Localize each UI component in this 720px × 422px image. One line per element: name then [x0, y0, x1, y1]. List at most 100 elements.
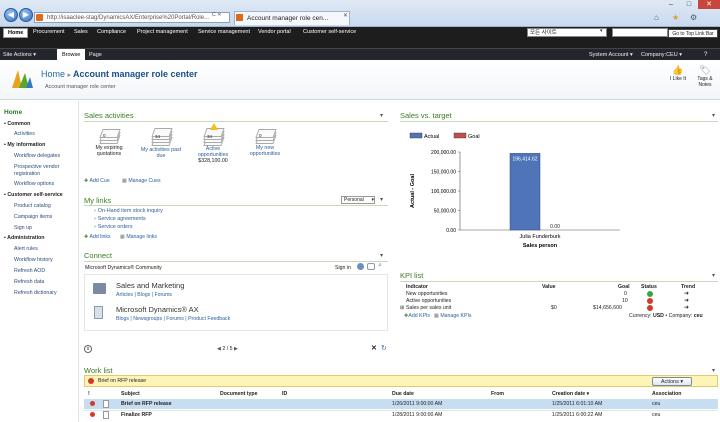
section-administration[interactable]: ▪ Administration — [4, 235, 45, 241]
actions-button[interactable]: Actions ▾ — [652, 377, 692, 386]
row-subject[interactable]: Brief on RFP release — [121, 401, 172, 407]
back-icon[interactable]: ◀ — [4, 8, 18, 22]
legend-label-goal: Goal — [468, 134, 480, 140]
page-description: Account manager role center — [45, 84, 116, 90]
cue-new-opportunities[interactable]: 0 My new opportunities — [243, 128, 287, 157]
nav-prospective-vendor-registration[interactable]: Prospective vendor registration — [14, 164, 76, 178]
nav-workflow-delegates[interactable]: Workflow delegates — [14, 153, 60, 159]
add-links-button[interactable]: ✚ Add links — [84, 234, 111, 240]
next-icon[interactable]: ▶ — [233, 346, 238, 352]
webpart-menu-icon[interactable]: ▾ — [380, 196, 383, 203]
col-subject[interactable]: Subject — [121, 391, 140, 397]
maximize-icon[interactable]: □ — [680, 0, 698, 9]
col-document-type[interactable]: Document type — [220, 391, 257, 397]
personal-select[interactable]: Personal ▾ — [341, 196, 375, 204]
chat-icon[interactable] — [367, 263, 375, 270]
section-customer-self-service[interactable]: ▪ Customer self-service — [4, 192, 63, 198]
section-my-information[interactable]: ▪ My information — [4, 142, 45, 148]
connect-item-links[interactable]: Blogs | Newsgroups | Forums | Product Fe… — [116, 316, 230, 322]
close-icon[interactable]: ✕ — [371, 344, 377, 352]
cue-active-opportunities[interactable]: 34 Active opportunities $328,100.00 — [190, 123, 236, 164]
nav-workflow-options[interactable]: Workflow options — [14, 181, 54, 187]
webpart-menu-icon[interactable]: ▾ — [380, 112, 383, 119]
topnav-vendor-portal[interactable]: Vendor portal — [258, 27, 291, 38]
connect-item-links[interactable]: Articles | Blogs | Forums — [116, 292, 172, 298]
link-service-orders[interactable]: › Service orders — [94, 224, 133, 230]
bar-actual — [509, 153, 541, 231]
forward-icon[interactable]: ▶ — [19, 8, 33, 22]
row-subject[interactable]: Finalize RFP — [121, 412, 152, 418]
cue-activities-past-due[interactable]: 34 My activities past due — [137, 126, 185, 159]
connect-item-title[interactable]: Sales and Marketing — [116, 281, 184, 290]
tools-gear-icon[interactable]: ⚙ — [690, 13, 697, 22]
nav-product-catalog[interactable]: Product catalog — [14, 203, 51, 209]
nav-refresh-dictionary[interactable]: Refresh dictionary — [14, 290, 57, 296]
topnav-home[interactable]: Home — [3, 28, 29, 38]
sign-in-link[interactable]: Sign in — [335, 265, 351, 271]
browser-tab[interactable]: Account manager role cen... — [234, 11, 350, 25]
refresh-icon[interactable]: C ✕ — [212, 12, 222, 18]
nav-campaign-items[interactable]: Campaign items — [14, 214, 52, 220]
nav-refresh-aod[interactable]: Refresh AOD — [14, 268, 45, 274]
refresh-icon[interactable]: ↻ — [381, 344, 387, 352]
webpart-menu-icon[interactable]: ▾ — [712, 367, 715, 374]
add-kpis-button[interactable]: ✚Add KPIs — [404, 313, 430, 319]
nav-alert-rules[interactable]: Alert rules — [14, 246, 38, 252]
address-bar[interactable]: http://isaaclee-stag/DynamicsAX/Enterpri… — [34, 12, 230, 23]
row-creation-date: 1/25/2011 6:00:22 AM — [552, 412, 603, 418]
cue-expiring-quotations[interactable]: 0 My expiring quotations — [88, 128, 130, 157]
webpart-menu-icon[interactable]: ▾ — [380, 252, 383, 259]
tab-close-icon[interactable]: ✕ — [343, 12, 348, 19]
col-creation-date[interactable]: Creation date ▾ — [552, 391, 589, 397]
kpi-row-indicator[interactable]: Active opportunities — [406, 298, 451, 304]
link-service-agreements[interactable]: › Service agreements — [94, 216, 146, 222]
manage-links-button[interactable]: ▦ Manage links — [120, 234, 157, 240]
manage-kpis-button[interactable]: ▦ Manage KPIs — [434, 313, 472, 319]
nav-refresh-data[interactable]: Refresh data — [14, 279, 44, 285]
i-like-it-button[interactable]: 👍 I Like It — [668, 65, 688, 82]
topnav-service-management[interactable]: Service management — [198, 27, 250, 38]
pause-icon[interactable]: ॥ — [84, 345, 92, 353]
col-from[interactable]: From — [491, 391, 504, 397]
kpi-row-expand-icon[interactable]: ⊞ — [400, 305, 404, 311]
connect-item-title[interactable]: Microsoft Dynamics® AX — [116, 305, 199, 314]
kpi-row-indicator[interactable]: Sales per sales unit — [406, 305, 451, 311]
link-onhand-stock[interactable]: › On-Hand item stock inquiry — [94, 208, 163, 214]
skip-link-button[interactable]: Go to Top Link Bar — [668, 29, 718, 38]
nav-activities[interactable]: Activities — [14, 131, 35, 137]
close-window-icon[interactable]: ✕ — [698, 0, 720, 9]
connect-title: Connect — [84, 251, 112, 260]
webpart-menu-icon[interactable]: ▾ — [712, 272, 715, 279]
col-due-date[interactable]: Due date — [392, 391, 414, 397]
tab-title: Account manager role cen... — [247, 15, 329, 22]
add-cue-button[interactable]: ✚ Add Cue — [84, 178, 110, 184]
search-scope-select[interactable]: 모든 사이트 — [527, 28, 607, 37]
col-association[interactable]: Association — [652, 391, 681, 397]
row-due-date: 1/26/2011 9:00:00 AM — [392, 401, 443, 407]
favorites-icon[interactable]: ★ — [672, 13, 679, 22]
breadcrumb-home[interactable]: Home — [41, 69, 65, 79]
nav-workflow-history[interactable]: Workflow history — [14, 257, 53, 263]
kpi-row-indicator[interactable]: New opportunities — [406, 291, 448, 297]
kpi-header-indicator: Indicator — [406, 284, 428, 290]
search-input[interactable] — [612, 28, 668, 37]
col-id[interactable]: ID — [282, 391, 287, 397]
col-priority[interactable]: ! — [88, 391, 90, 397]
y-tick-label: 150,000.00 — [431, 170, 456, 176]
topnav-compliance[interactable]: Compliance — [97, 27, 126, 38]
home-icon[interactable]: ⌂ — [654, 13, 659, 22]
info-icon[interactable] — [357, 263, 364, 270]
manage-cues-button[interactable]: ▦ Manage Cues — [122, 178, 161, 184]
webpart-menu-icon[interactable]: ▾ — [712, 112, 715, 119]
section-common[interactable]: ▪ Common — [4, 121, 30, 127]
search-icon[interactable]: ⌕ — [378, 262, 382, 270]
topnav-project-management[interactable]: Project management — [137, 27, 188, 38]
nav-sign-up[interactable]: Sign up — [14, 225, 32, 231]
topnav-customer-self-service[interactable]: Customer self-service — [303, 27, 356, 38]
cue-stack-icon: 34 — [202, 123, 225, 146]
tags-notes-button[interactable]: 🏷 Tags & Notes — [692, 65, 718, 88]
topnav-procurement[interactable]: Procurement — [33, 27, 65, 38]
topnav-sales[interactable]: Sales — [74, 27, 88, 38]
minimize-icon[interactable]: – — [662, 0, 680, 9]
quick-launch-home[interactable]: Home — [4, 109, 22, 116]
